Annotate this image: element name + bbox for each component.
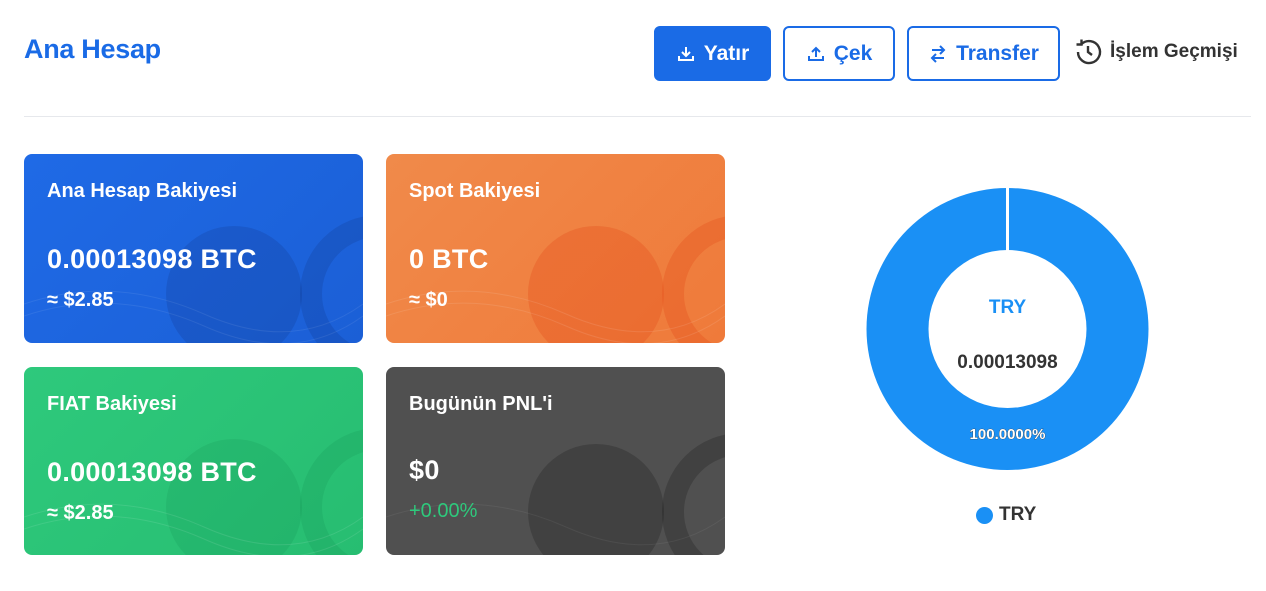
- deposit-button[interactable]: Yatır: [654, 26, 771, 81]
- pnl-card: Bugünün PNL'i $0 +0.00%: [386, 367, 725, 555]
- card-amount: 0.00013098 BTC: [47, 457, 257, 487]
- transfer-button[interactable]: Transfer: [907, 26, 1060, 81]
- download-icon: [677, 46, 694, 61]
- deposit-label: Yatır: [703, 41, 750, 65]
- slice-percent-label: 100.0000%: [970, 426, 1046, 443]
- header-divider: [24, 116, 1251, 117]
- pnl-change: +0.00%: [409, 500, 478, 522]
- card-label: Ana Hesap Bakiyesi: [47, 180, 238, 202]
- card-amount: $0: [409, 455, 440, 485]
- card-usd-value: ≈ $2.85: [47, 289, 114, 311]
- card-usd-value: ≈ $2.85: [47, 502, 114, 524]
- balance-donut-chart: TRY 0.00013098 100.0000%: [866, 188, 1149, 470]
- card-amount: 0 BTC: [409, 244, 489, 274]
- spot-balance-card: Spot Bakiyesi 0 BTC ≈ $0: [386, 154, 725, 343]
- card-label: Spot Bakiyesi: [409, 180, 541, 202]
- card-amount: 0.00013098 BTC: [47, 244, 257, 274]
- card-label: Bugünün PNL'i: [409, 393, 553, 415]
- donut-center-value: 0.00013098: [957, 352, 1057, 373]
- chart-legend: TRY: [976, 504, 1036, 526]
- donut-center-label: TRY: [989, 297, 1027, 318]
- main-balance-card: Ana Hesap Bakiyesi 0.00013098 BTC ≈ $2.8…: [24, 154, 363, 343]
- transfer-arrows-icon: [930, 44, 946, 63]
- donut-hole: [928, 250, 1087, 408]
- history-label: İşlem Geçmişi: [1110, 41, 1238, 62]
- fiat-balance-card: FIAT Bakiyesi 0.00013098 BTC ≈ $2.85: [24, 367, 363, 555]
- legend-label: TRY: [999, 504, 1037, 525]
- card-label: FIAT Bakiyesi: [47, 393, 177, 415]
- page-title: Ana Hesap: [24, 34, 161, 64]
- withdraw-button[interactable]: Çek: [783, 26, 895, 81]
- history-clock-icon: [1076, 39, 1102, 65]
- transaction-history-link[interactable]: İşlem Geçmişi: [1072, 34, 1238, 70]
- withdraw-label: Çek: [833, 41, 873, 65]
- legend-swatch: [976, 506, 993, 524]
- upload-icon: [807, 46, 824, 61]
- card-usd-value: ≈ $0: [409, 289, 448, 311]
- transfer-label: Transfer: [956, 41, 1039, 65]
